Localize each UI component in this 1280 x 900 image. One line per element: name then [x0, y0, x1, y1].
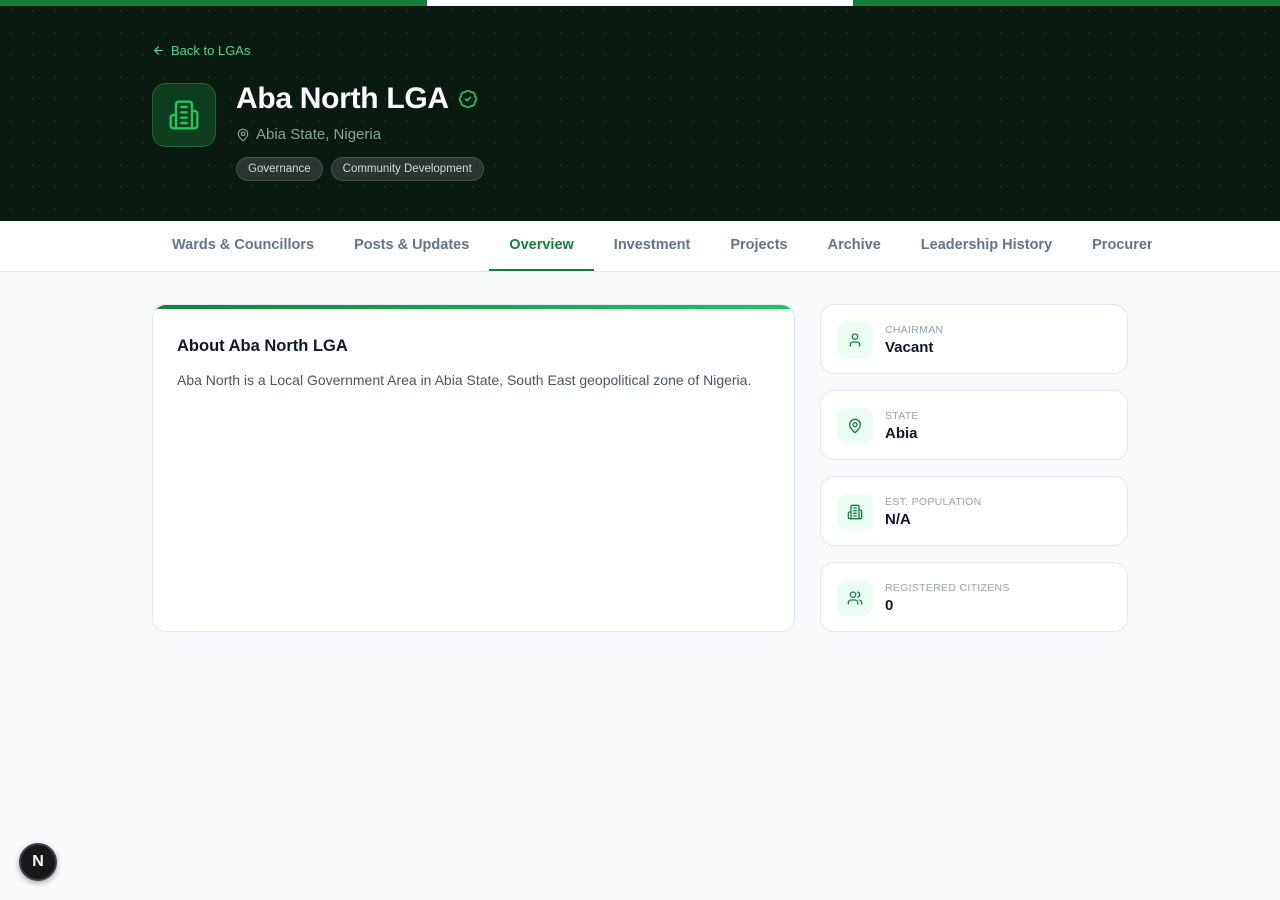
tag-governance: Governance — [236, 157, 323, 181]
tab-posts-updates[interactable]: Posts & Updates — [334, 221, 489, 271]
tab-projects[interactable]: Projects — [710, 221, 807, 271]
tab-leadership-history[interactable]: Leadership History — [901, 221, 1072, 271]
stat-value: 0 — [885, 597, 894, 614]
stat-label: STATE — [885, 410, 919, 422]
about-card: About Aba North LGA Aba North is a Local… — [152, 304, 795, 632]
building-icon — [169, 100, 199, 130]
about-text: Aba North is a Local Government Area in … — [177, 372, 752, 388]
stat-icon-state — [837, 408, 873, 444]
tab-wards-councillors[interactable]: Wards & Councillors — [152, 221, 334, 271]
stat-value: Abia — [885, 425, 918, 442]
map-pin-icon — [237, 128, 249, 141]
user-icon — [849, 333, 861, 347]
location: Abia State, Nigeria — [236, 126, 381, 143]
back-to-lgas-link[interactable]: Back to LGAs — [152, 43, 250, 58]
tab-archive[interactable]: Archive — [808, 221, 901, 271]
map-pin-icon — [849, 418, 861, 434]
flag-stripe-green-right — [853, 0, 1280, 6]
about-title: About Aba North LGA — [177, 337, 348, 355]
tab-overview[interactable]: Overview — [489, 221, 594, 271]
building-icon — [847, 504, 863, 520]
stat-label: CHAIRMAN — [885, 324, 944, 336]
users-icon — [847, 591, 863, 605]
stat-card-population: EST. POPULATION N/A — [820, 476, 1128, 546]
stat-label: REGISTERED CITIZENS — [885, 582, 1010, 594]
flag-stripe — [0, 0, 1280, 6]
lga-header: Back to LGAs Aba North LGA Abia State, N… — [0, 0, 1280, 221]
page-title: Aba North LGA — [236, 82, 449, 115]
location-text: Abia State, Nigeria — [256, 126, 382, 143]
stat-card-chairman: CHAIRMAN Vacant — [820, 304, 1128, 374]
verified-check-icon — [458, 89, 477, 109]
stat-card-state: STATE Abia — [820, 390, 1128, 460]
stat-card-registered-citizens: REGISTERED CITIZENS 0 — [820, 562, 1128, 632]
flag-stripe-white — [426, 0, 854, 6]
tab-procurement[interactable]: Procurement — [1072, 221, 1152, 271]
verified-badge — [458, 89, 478, 109]
tab-bar: Wards & Councillors Posts & Updates Overvi… — [0, 221, 1280, 272]
tag-list: Governance Community Development — [236, 157, 484, 181]
stat-icon-chairman — [837, 322, 873, 358]
stat-value: Vacant — [885, 339, 934, 356]
arrow-left-icon — [154, 46, 163, 55]
stat-icon-population — [837, 494, 873, 530]
back-link-label: Back to LGAs — [171, 43, 251, 58]
stat-value: N/A — [885, 511, 911, 528]
flag-stripe-green-left — [0, 0, 427, 6]
tag-community-development: Community Development — [330, 157, 484, 181]
stat-label: EST. POPULATION — [885, 496, 982, 508]
dev-tools-badge[interactable]: N — [19, 843, 57, 881]
title-row: Aba North LGA — [236, 82, 478, 116]
tab-investment[interactable]: Investment — [594, 221, 711, 271]
stat-icon-citizens — [837, 580, 873, 616]
about-card-accent — [153, 305, 794, 309]
tab-list: Wards & Councillors Posts & Updates Overvi… — [152, 221, 1152, 271]
lga-logo — [152, 83, 216, 147]
